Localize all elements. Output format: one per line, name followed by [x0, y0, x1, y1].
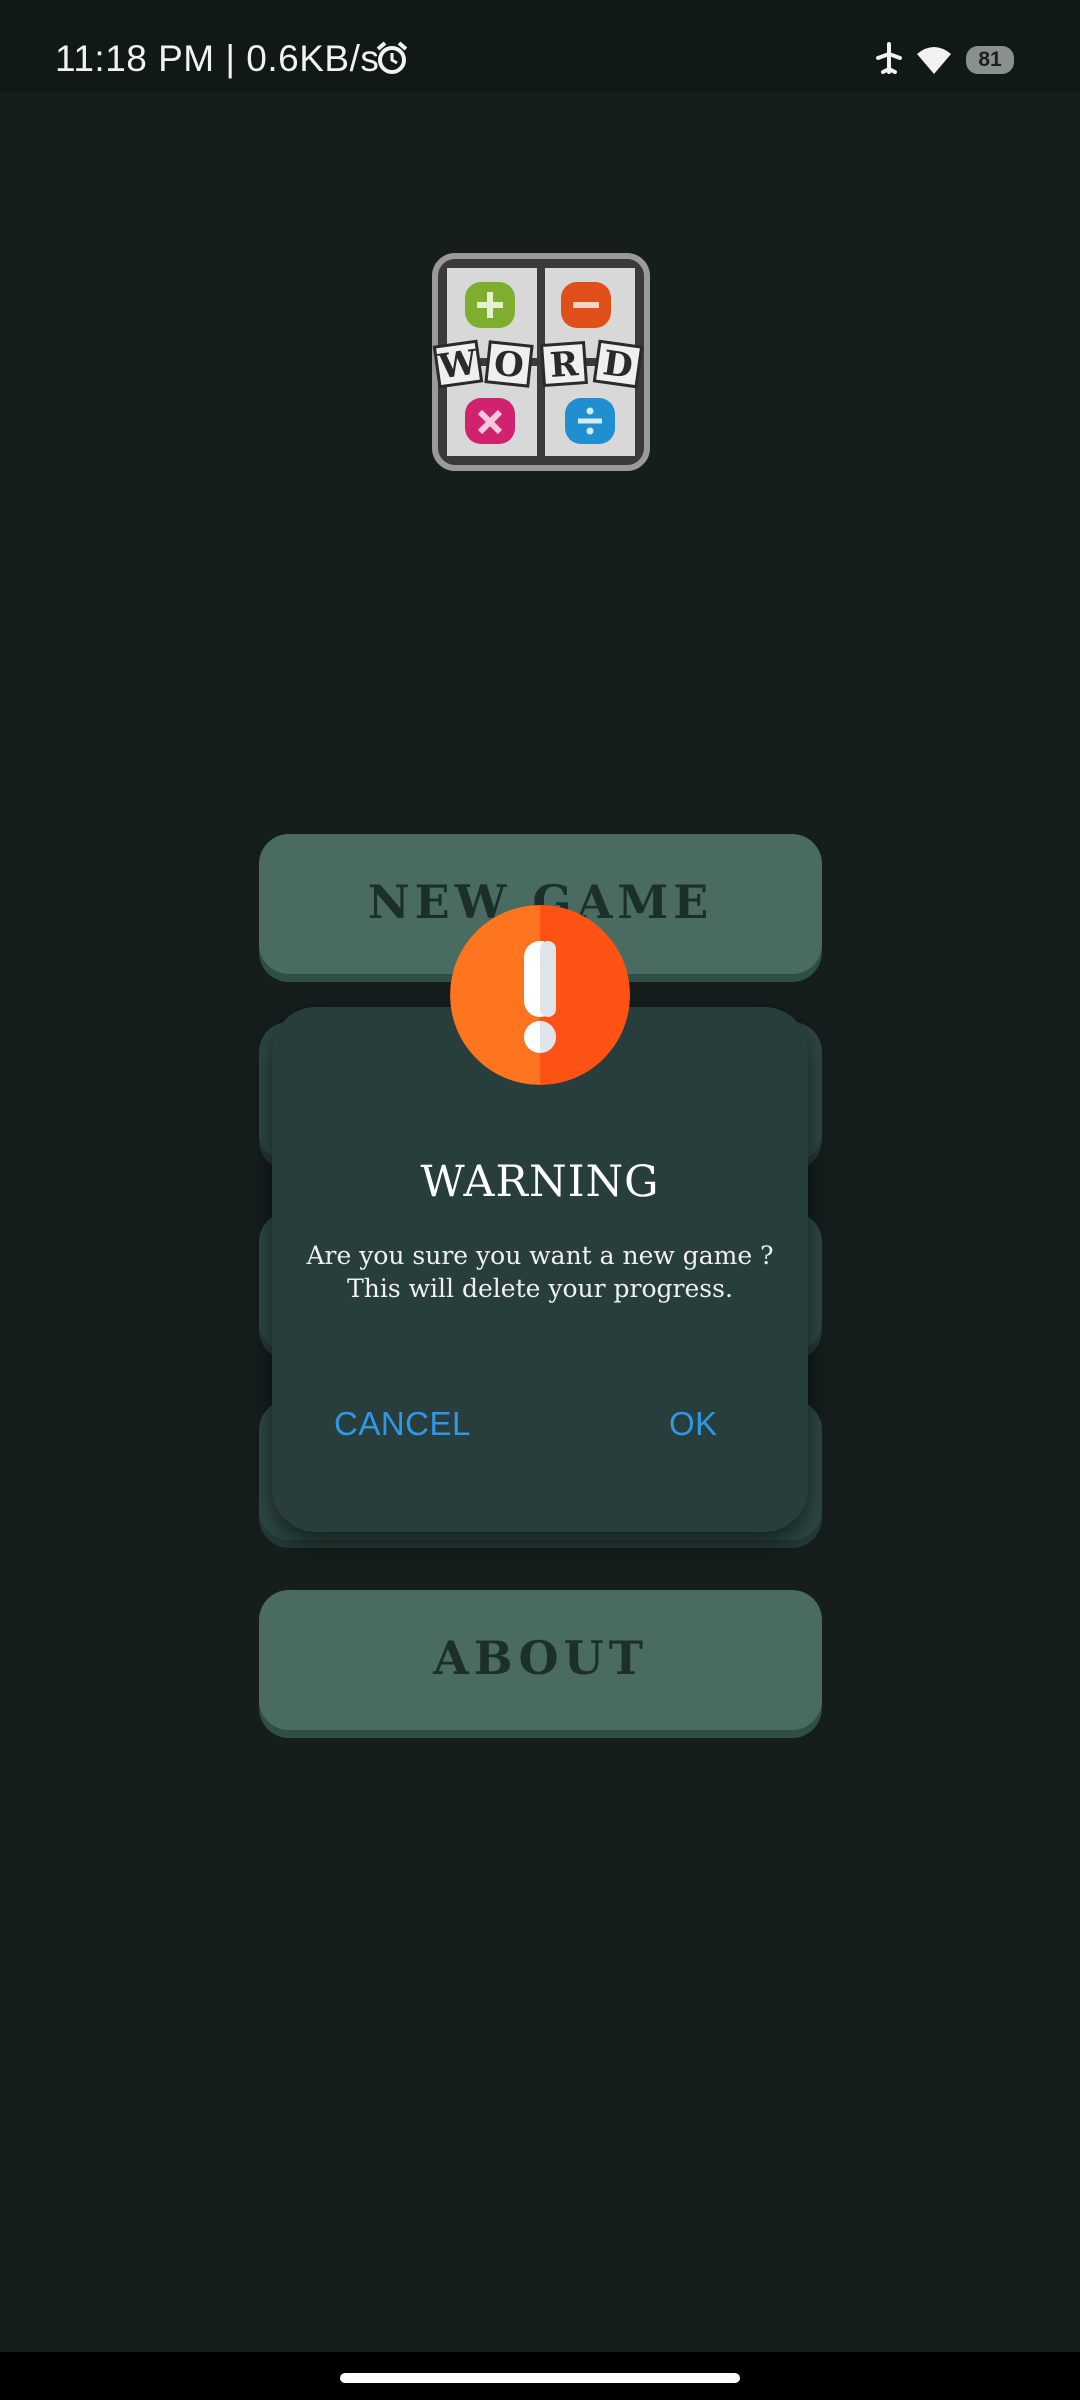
dialog-title: WARNING	[420, 1157, 660, 1207]
logo-letter-r: R	[549, 344, 581, 386]
warning-dialog: WARNING Are you sure you want a new game…	[272, 1007, 808, 1532]
home-indicator[interactable]	[340, 2373, 740, 2383]
ok-button[interactable]: OK	[669, 1405, 718, 1443]
dialog-message-line2: This will delete your progress.	[347, 1274, 733, 1303]
dialog-message: Are you sure you want a new game ? This …	[292, 1239, 788, 1305]
app-logo: W O R D	[432, 253, 650, 471]
warning-icon	[450, 905, 630, 1085]
status-time: 11:18 PM | 0.6KB/s	[55, 38, 380, 79]
battery-indicator: 81	[966, 46, 1014, 74]
logo-letter-o: O	[492, 344, 526, 387]
wifi-icon	[917, 47, 951, 74]
status-bar: 11:18 PM | 0.6KB/s 81	[0, 0, 1080, 92]
airplane-icon	[876, 42, 902, 74]
logo-letter-d: D	[600, 343, 635, 387]
about-button[interactable]: ABOUT	[259, 1590, 822, 1730]
alarm-icon	[376, 41, 408, 74]
dialog-message-line1: Are you sure you want a new game ?	[306, 1241, 774, 1270]
logo-letter-w: W	[435, 342, 480, 387]
cancel-button[interactable]: CANCEL	[334, 1405, 471, 1443]
